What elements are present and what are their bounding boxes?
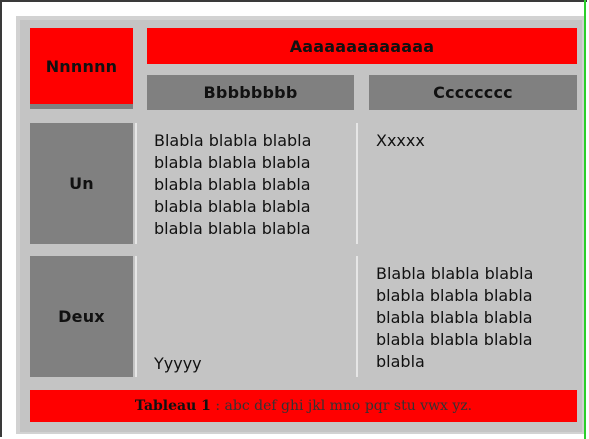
- row-header-un: Un: [30, 123, 133, 244]
- row-header-deux: Deux: [30, 256, 133, 377]
- column-separator: [356, 256, 358, 377]
- cell-line: blabla blabla blabla: [154, 153, 311, 172]
- group-header-label: Aaaaaaaaaaaaa: [289, 36, 435, 56]
- corner-header-cell: Nnnnnn: [30, 28, 133, 104]
- row-header-deux-label: Deux: [58, 307, 105, 326]
- cell-deux-b: Yyyyy: [147, 256, 354, 377]
- column-separator: [135, 123, 137, 244]
- cell-line: blabla blabla blabla: [154, 175, 311, 194]
- column-separator: [356, 123, 358, 244]
- cell-un-c: Xxxxx: [369, 123, 577, 244]
- column-header-b: Bbbbbbbb: [147, 75, 354, 110]
- cell-line: blabla blabla blabla: [376, 286, 533, 305]
- row-header-un-label: Un: [69, 174, 94, 193]
- caption-body: : abc def ghi jkl mno pqr stu vwx yz.: [210, 398, 473, 414]
- column-header-c-label: Cccccccc: [433, 83, 513, 102]
- cell-line: Xxxxx: [376, 131, 425, 150]
- column-header-b-label: Bbbbbbbb: [203, 83, 298, 102]
- cell-line: Blabla blabla blabla: [154, 131, 312, 150]
- cell-line: blabla blabla blabla: [376, 308, 533, 327]
- cell-line: blabla blabla blabla: [154, 219, 311, 238]
- corner-header-shadow: [30, 104, 133, 109]
- page-edge-line: [584, 0, 586, 439]
- table-caption: Tableau 1 : abc def ghi jkl mno pqr stu …: [30, 390, 577, 422]
- cell-bottom-text: Yyyyy: [154, 354, 202, 373]
- cell-deux-c: Blabla blabla blabla blabla blabla blabl…: [369, 256, 577, 377]
- corner-header-label: Nnnnnn: [45, 56, 118, 76]
- cell-un-b: Blabla blabla blabla blabla blabla blabl…: [147, 123, 354, 244]
- cell-line: Blabla blabla blabla: [376, 264, 534, 283]
- cell-line: blabla blabla blabla: [154, 197, 311, 216]
- cell-line: blabla blabla blabla: [376, 330, 533, 349]
- caption-label: Tableau 1: [134, 398, 211, 414]
- column-separator: [135, 256, 137, 377]
- caption-text: Tableau 1 : abc def ghi jkl mno pqr stu …: [135, 398, 472, 414]
- group-header-cell: Aaaaaaaaaaaaa: [147, 28, 577, 64]
- cell-line: blabla: [376, 352, 425, 371]
- column-header-c: Cccccccc: [369, 75, 577, 110]
